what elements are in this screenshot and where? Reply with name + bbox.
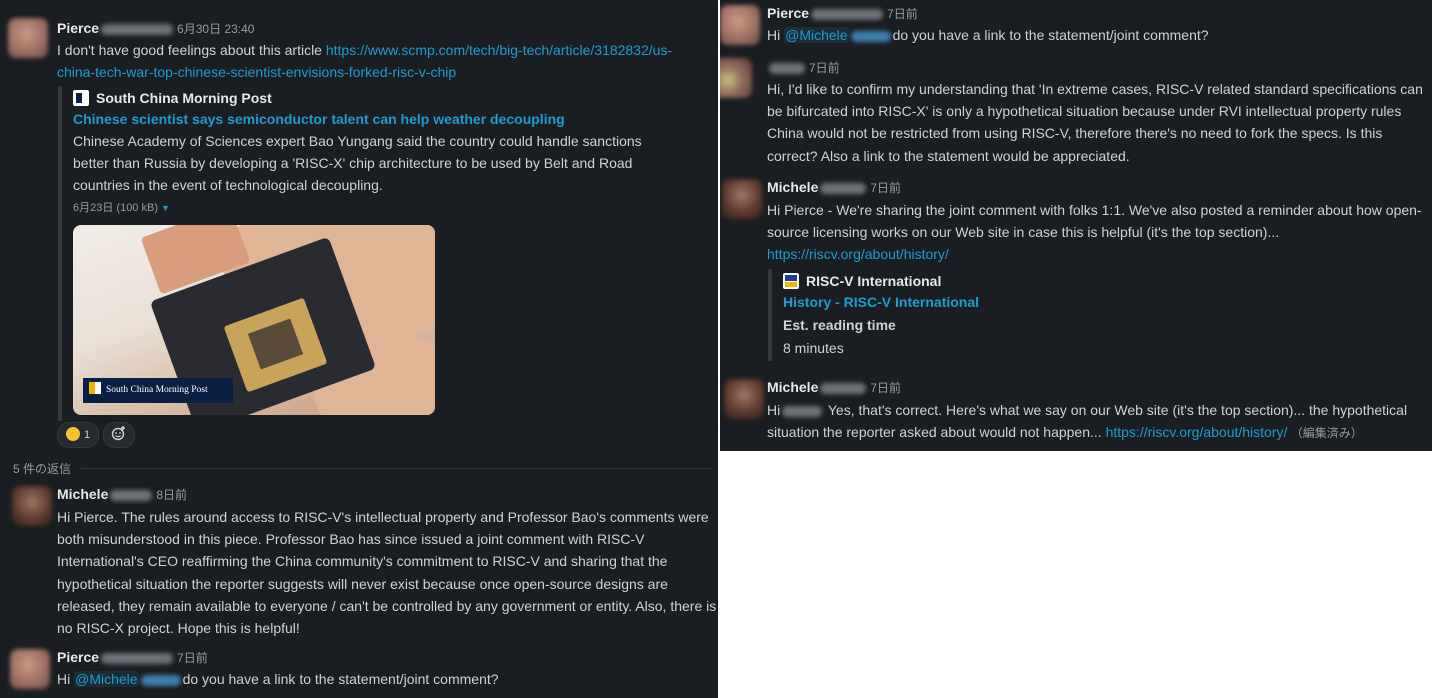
scmp-logo: South China Morning Post [83, 378, 233, 403]
user-mention[interactable]: @Michele [74, 671, 139, 687]
article-image[interactable]: South China Morning Post [73, 225, 435, 415]
user-mention[interactable]: @Michele [784, 27, 849, 43]
message-body: Hi Pierce - We're sharing the joint comm… [767, 202, 1422, 263]
message-body: Hi, I'd like to confirm my understanding… [767, 81, 1423, 164]
add-emoji-icon [111, 426, 125, 441]
message-header: Pierce 7日前 [767, 4, 918, 23]
message-header: Michele 8日前 [57, 485, 187, 504]
sender-name[interactable]: Pierce [57, 649, 99, 665]
unfurl-description: Chinese Academy of Sciences expert Bao Y… [73, 133, 642, 194]
timestamp[interactable]: 7日前 [809, 61, 840, 75]
unfurl-site: South China Morning Post [73, 88, 693, 108]
unfurl-meta[interactable]: 6月23日 (100 kB) ▼ [73, 199, 693, 215]
message-body: Hi Yes, that's correct. Here's what we s… [767, 402, 1408, 441]
message-header: Pierce 6月30日 23:40 [57, 19, 254, 38]
avatar[interactable] [8, 18, 48, 58]
message-header: Michele 7日前 [767, 178, 901, 197]
message-header: Michele 7日前 [767, 378, 901, 397]
unfurl-title[interactable]: Chinese scientist says semiconductor tal… [73, 108, 693, 130]
timestamp[interactable]: 7日前 [887, 7, 918, 21]
article-link-cont[interactable]: china-tech-war-top-chinese-scientist-env… [57, 64, 456, 80]
redacted-mention [140, 674, 181, 686]
avatar[interactable] [720, 58, 752, 98]
timestamp[interactable]: 7日前 [177, 651, 208, 665]
timestamp[interactable]: 6月30日 23:40 [177, 22, 254, 36]
sender-name[interactable]: Michele [767, 379, 818, 395]
timestamp[interactable]: 7日前 [870, 381, 901, 395]
redacted-surname [820, 182, 867, 194]
scmp-logo-icon [89, 382, 101, 394]
avatar[interactable] [722, 179, 762, 219]
redacted-surname [820, 382, 867, 394]
unfurl-title[interactable]: History - RISC-V International [783, 291, 1183, 314]
message-body: Hi @Michele do you have a link to the sta… [767, 27, 1209, 43]
redacted-name [782, 405, 823, 417]
sender-name[interactable]: Michele [57, 486, 108, 502]
message-body: I don't have good feelings about this ar… [57, 39, 707, 83]
sender-name[interactable]: Pierce [57, 20, 99, 36]
redacted-mention [850, 30, 891, 42]
redacted-surname [811, 8, 884, 20]
unfurl-field-label: Est. reading time [783, 317, 896, 333]
thread-right-pane: Pierce 7日前 Hi @Michele do you have a link … [720, 0, 1432, 451]
redacted-name [769, 62, 805, 74]
edited-label: （編集済み） [1287, 426, 1363, 441]
history-link[interactable]: https://riscv.org/about/history/ [767, 246, 949, 262]
avatar[interactable] [10, 649, 50, 689]
thinking-face-icon [65, 427, 80, 441]
timestamp[interactable]: 7日前 [870, 181, 901, 195]
message-header: 7日前 [767, 58, 840, 77]
replies-divider: 5 件の返信 [13, 460, 713, 477]
article-link[interactable]: https://www.scmp.com/tech/big-tech/artic… [326, 42, 672, 58]
avatar[interactable] [724, 379, 764, 419]
reaction-thinking[interactable]: 1 [57, 422, 99, 448]
divider-line [81, 468, 713, 469]
scmp-favicon-icon [73, 90, 89, 106]
link-unfurl: RISC-V International History - RISC-V In… [768, 269, 1183, 361]
sender-name[interactable]: Pierce [767, 5, 809, 21]
message-header: Pierce 7日前 [57, 648, 208, 667]
chevron-down-icon[interactable]: ▼ [161, 203, 170, 213]
riscv-favicon-icon [783, 273, 799, 289]
message-body: Hi Pierce. The rules around access to RI… [57, 509, 717, 637]
message-text: I don't have good feelings about this ar… [57, 42, 326, 58]
thread-left-pane: Pierce 6月30日 23:40 I don't have good feel… [0, 0, 718, 698]
redacted-surname [110, 489, 153, 501]
unfurl-site: RISC-V International [783, 271, 1183, 291]
unfurl-field-value: 8 minutes [783, 340, 844, 356]
history-link[interactable]: https://riscv.org/about/history/ [1106, 424, 1288, 440]
sender-name[interactable]: Michele [767, 179, 818, 195]
add-reaction-button[interactable] [103, 422, 135, 448]
redacted-surname [101, 23, 174, 35]
avatar[interactable] [12, 486, 52, 526]
replies-count: 5 件の返信 [13, 460, 80, 477]
message-body: Hi @Michele do you have a link to the sta… [57, 671, 499, 687]
timestamp[interactable]: 8日前 [156, 488, 187, 502]
avatar[interactable] [720, 5, 760, 45]
redacted-surname [101, 652, 174, 664]
